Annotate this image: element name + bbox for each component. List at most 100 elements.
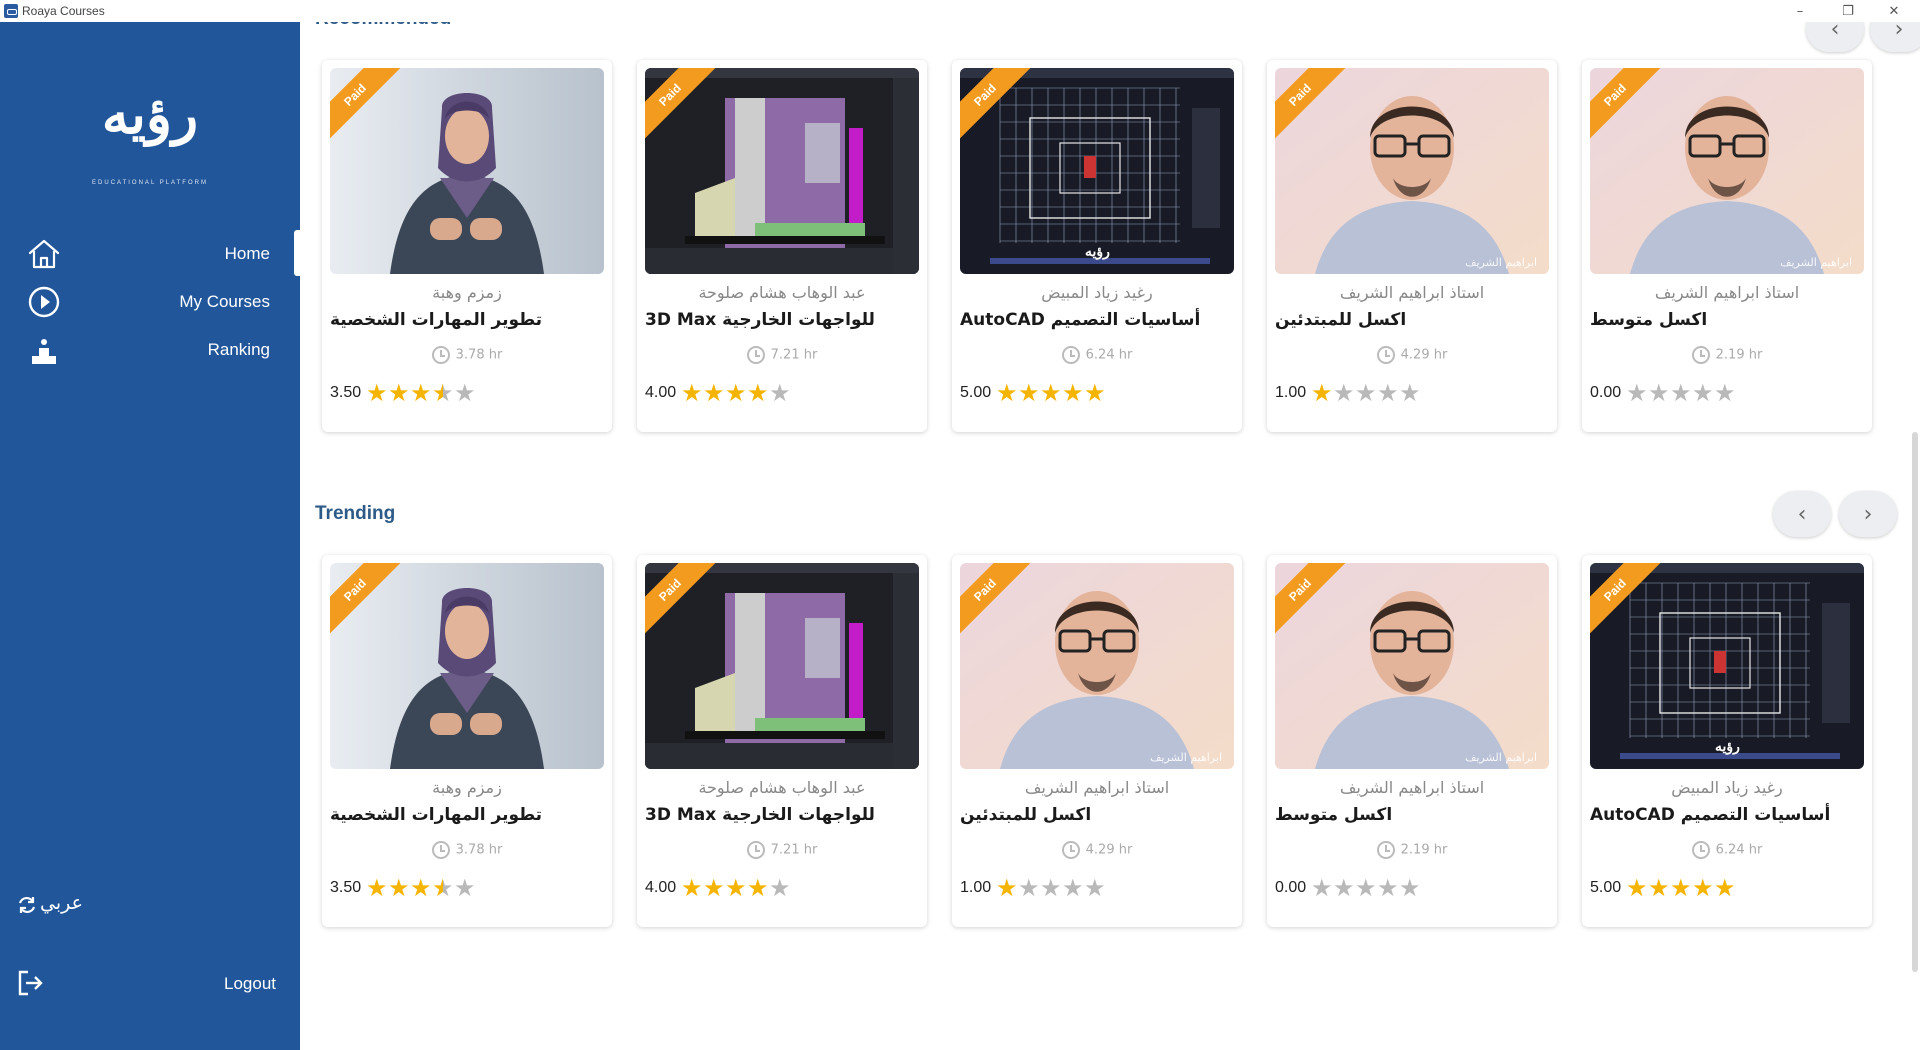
clock-icon [1691,346,1710,364]
star-icon: ★ [725,874,747,902]
star-icon: ★ [725,379,747,407]
sync-icon [18,896,36,914]
star-icon: ★ [454,379,476,407]
rating-value: 4.00 [645,879,677,896]
course-thumbnail-image: ابراهيم الشريف [960,563,1234,769]
star-icon: ★ [1062,379,1084,407]
course-card[interactable]: Paid عبد الوهاب هشام صلوحة 3D Max للواجهات… [637,555,927,927]
recommended-next-button[interactable]: › [1870,22,1920,52]
course-title[interactable]: اكسل للمبتدئين [1275,310,1549,330]
rating-stars: ★★★★★ [1626,380,1736,406]
clock-icon [1061,841,1080,859]
course-title[interactable]: تطوير المهارات الشخصية [330,805,604,825]
logout-button[interactable]: Logout [0,962,300,1002]
star-icon: ★ [747,379,769,407]
star-icon: ★ [769,874,791,902]
course-thumbnail[interactable]: ابراهيم الشريف Paid [1275,563,1549,769]
recommended-prev-button[interactable]: ‹ [1806,22,1864,52]
course-thumbnail[interactable]: رؤيه Paid [960,68,1234,274]
close-button[interactable]: ✕ [1876,0,1912,22]
course-title[interactable]: 3D Max للواجهات الخارجية [645,805,919,825]
vertical-scrollbar[interactable] [1912,432,1918,972]
star-icon: ★ [1018,379,1040,407]
duration-text: 6.24 hr [1085,347,1133,363]
course-card[interactable]: Paid عبد الوهاب هشام صلوحة 3D Max للواجهات… [637,60,927,432]
star-icon: ★ [1670,874,1692,902]
course-thumbnail[interactable]: Paid [645,68,919,274]
sidebar-item-my-courses[interactable]: My Courses [0,278,300,324]
course-card[interactable]: رؤيه Paid رغيد زياد المبيض AutoCAD أساسيات … [952,60,1242,432]
clock-icon [1061,346,1080,364]
star-icon: ★ [1355,379,1377,407]
trending-prev-button[interactable]: ‹ [1773,491,1831,537]
minimize-button[interactable]: – [1782,0,1818,22]
trending-next-button[interactable]: › [1839,491,1897,537]
course-card[interactable]: ابراهيم الشريف Paid استاذ ابراهيم الشريف اك… [1267,60,1557,432]
course-card[interactable]: رؤيه Paid رغيد زياد المبيض AutoCAD أساسيات … [1582,555,1872,927]
language-label: عربي [40,892,83,914]
sidebar-item-label: Ranking [207,340,270,359]
star-icon: ★ [1648,874,1670,902]
course-title[interactable]: AutoCAD أساسيات التصميم [960,310,1234,330]
course-card[interactable]: ابراهيم الشريف Paid استاذ ابراهيم الشريف اك… [1582,60,1872,432]
section-title-trending: Trending [315,503,396,524]
star-icon: ★ [1692,874,1714,902]
rating-stars: ★★★★★ [1311,380,1421,406]
svg-text:ابراهيم الشريف: ابراهيم الشريف [1150,751,1222,764]
course-title[interactable]: تطوير المهارات الشخصية [330,310,604,330]
rating-stars: ★★★★★ [996,875,1106,901]
course-thumbnail[interactable]: Paid [330,563,604,769]
svg-text:ابراهيم الشريف: ابراهيم الشريف [1465,256,1537,269]
course-duration: 7.21 hr [637,346,927,364]
instructor-name: زمزم وهبة [432,778,502,797]
course-duration: 2.19 hr [1267,841,1557,859]
play-circle-icon [28,286,60,318]
restore-button[interactable]: ❐ [1830,0,1866,22]
course-card[interactable]: ابراهيم الشريف Paid استاذ ابراهيم الشريف اك… [1267,555,1557,927]
course-thumbnail[interactable]: ابراهيم الشريف Paid [960,563,1234,769]
rating-stars: ★★★★★ [996,380,1106,406]
course-title[interactable]: AutoCAD أساسيات التصميم [1590,805,1864,825]
rating-stars: ★★★★★ [366,380,476,406]
clock-icon [1376,841,1395,859]
star-icon: ★ [1399,379,1421,407]
logout-icon [18,970,43,996]
course-card[interactable]: Paid زمزم وهبة تطوير المهارات الشخصية 3.78 … [322,555,612,927]
app-window: Roaya Courses – ❐ ✕ رؤيه EDUCATIONAL PLA… [0,0,1920,1050]
sidebar-item-ranking[interactable]: Ranking [0,326,300,372]
rating-value: 4.00 [645,384,677,401]
rating-stars: ★★★★★ [681,875,791,901]
instructor-name: عبد الوهاب هشام صلوحة [698,778,866,797]
course-card[interactable]: ابراهيم الشريف Paid استاذ ابراهيم الشريف اك… [952,555,1242,927]
star-icon: ★ [410,379,432,407]
sidebar-item-home[interactable]: Home [0,230,300,276]
svg-text:رؤيه: رؤيه [1085,244,1110,260]
home-icon [28,239,60,269]
instructor-name: رغيد زياد المبيض [1041,283,1153,302]
course-thumbnail[interactable]: رؤيه Paid [1590,563,1864,769]
star-icon: ★ [1714,874,1736,902]
star-icon: ★ [1311,874,1333,902]
course-thumbnail[interactable]: ابراهيم الشريف Paid [1590,68,1864,274]
course-title[interactable]: 3D Max للواجهات الخارجية [645,310,919,330]
course-duration: 4.29 hr [1267,346,1557,364]
course-thumbnail[interactable]: ابراهيم الشريف Paid [1275,68,1549,274]
star-icon: ★ [1399,874,1421,902]
star-icon: ★ [1626,379,1648,407]
course-duration: 4.29 hr [952,841,1242,859]
course-thumbnail-image [645,563,919,769]
course-title[interactable]: اكسل متوسط [1590,310,1864,330]
star-icon: ★ [1084,874,1106,902]
star-icon: ★ [366,874,388,902]
star-icon: ★ [1692,379,1714,407]
clock-icon [746,346,765,364]
course-thumbnail-image: ابراهيم الشريف [1275,563,1549,769]
course-thumbnail[interactable]: Paid [330,68,604,274]
course-title[interactable]: اكسل متوسط [1275,805,1549,825]
star-icon: ★ [388,874,410,902]
star-icon: ★ [432,379,454,407]
course-title[interactable]: اكسل للمبتدئين [960,805,1234,825]
star-icon: ★ [1714,379,1736,407]
course-card[interactable]: Paid زمزم وهبة تطوير المهارات الشخصية 3.78 … [322,60,612,432]
course-thumbnail[interactable]: Paid [645,563,919,769]
